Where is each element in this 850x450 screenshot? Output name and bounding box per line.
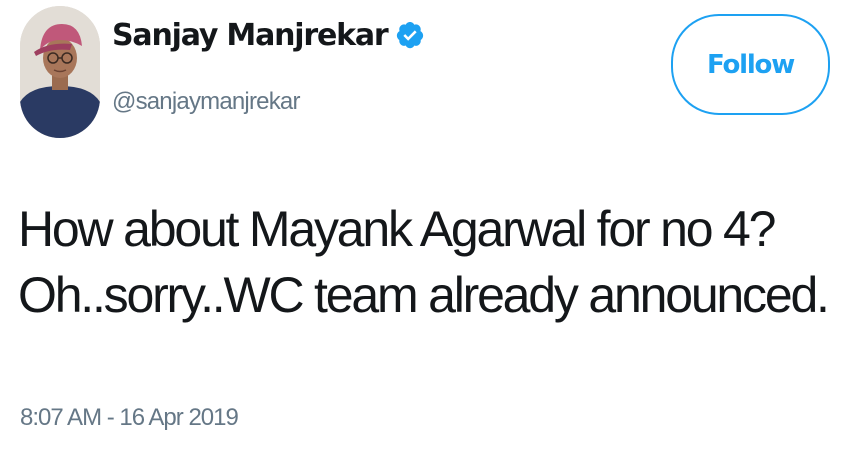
tweet-text-line: How about Mayank Agarwal for no 4? bbox=[18, 201, 776, 257]
tweet-text-line: Oh..sorry..WC team already announced. bbox=[18, 267, 830, 323]
follow-button[interactable]: Follow bbox=[671, 14, 830, 115]
follow-button-label: Follow bbox=[706, 49, 795, 80]
author-handle[interactable]: @sanjaymanjrekar bbox=[112, 88, 300, 116]
tweet-timestamp[interactable]: 8:07 AM - 16 Apr 2019 bbox=[20, 404, 239, 432]
avatar[interactable] bbox=[20, 6, 100, 138]
author-display-name[interactable]: Sanjay Manjrekar bbox=[112, 18, 389, 53]
tweet-text: How about Mayank Agarwal for no 4? Oh..s… bbox=[18, 196, 838, 328]
verified-badge-icon bbox=[395, 20, 425, 50]
author-name-row: Sanjay Manjrekar bbox=[112, 12, 425, 58]
tweet-card: Sanjay Manjrekar @sanjaymanjrekar Follow… bbox=[0, 0, 850, 450]
avatar-image bbox=[20, 6, 100, 138]
